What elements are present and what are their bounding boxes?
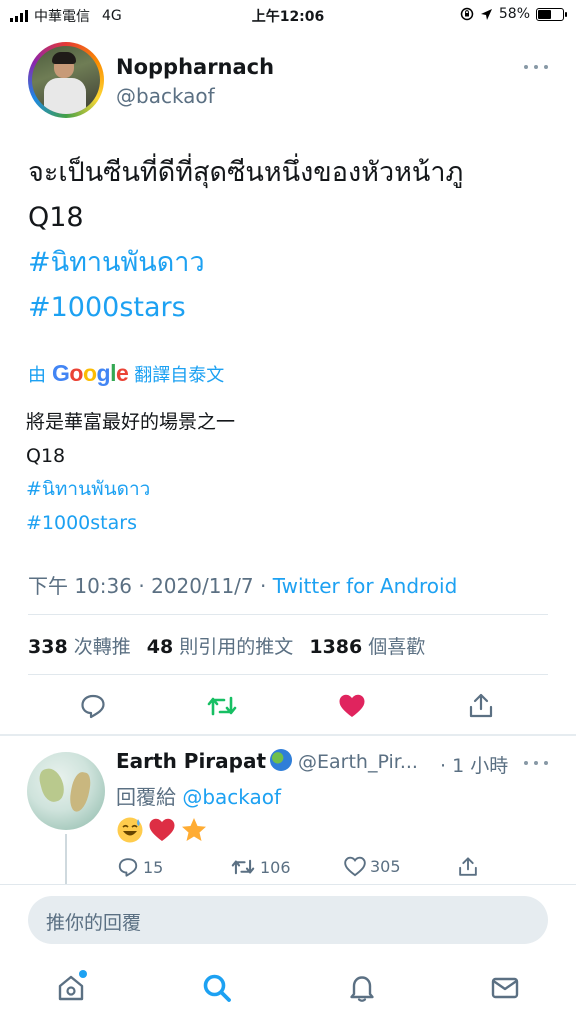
tweet-time: 下午 10:36 [28, 574, 132, 598]
meta-separator: · [260, 574, 267, 598]
retweet-button[interactable] [206, 690, 238, 722]
avatar-map-land [67, 770, 93, 814]
globe-emoji [270, 749, 293, 771]
author-handle[interactable]: @backaof [116, 84, 215, 108]
tweet-stats: 338 次轉推 48 則引用的推文 1386 個喜歡 [28, 632, 425, 659]
retweet-icon [231, 859, 255, 875]
avatar-figure-hair [52, 52, 76, 64]
divider [0, 884, 576, 885]
battery-icon [536, 7, 567, 21]
tweet-text-line: Q18 [28, 202, 84, 233]
reply-retweets-count: 106 [260, 857, 291, 877]
messages-icon [491, 977, 519, 999]
reply-like-button[interactable]: 305 [344, 856, 401, 877]
reply-to-line: 回覆給 @backaof [116, 781, 281, 810]
sweat-smile-emoji [116, 816, 144, 844]
reply-text [116, 816, 208, 844]
tweet-meta: 下午 10:36 · 2020/11/7 · Twitter for Andro… [28, 570, 457, 599]
tweet-text-line: จะเป็นซีนที่ดีที่สุดซีนหนึ่งของหัวหน้าภู [28, 157, 464, 188]
reply-likes-count: 305 [370, 857, 401, 876]
likes-stat[interactable]: 1386 個喜歡 [309, 636, 425, 658]
heart-filled-icon [339, 694, 365, 717]
reply-time: · 1 小時 [440, 755, 509, 777]
divider [28, 674, 548, 675]
share-button[interactable] [465, 690, 497, 722]
orientation-lock-icon [460, 7, 474, 21]
tweet-more-icon[interactable] [524, 64, 548, 70]
reply-author-name[interactable]: Earth Pirapat [116, 749, 293, 773]
reply-author-name-text: Earth Pirapat [116, 749, 267, 773]
author-display-name[interactable]: Noppharnach [116, 55, 274, 79]
avatar-map-land [36, 765, 68, 805]
google-logo: Google [52, 360, 129, 386]
translation-suffix: 翻譯自泰文 [134, 364, 225, 386]
status-right: 58% [460, 6, 567, 22]
notifications-icon [350, 976, 374, 1002]
reply-reply-button[interactable]: 15 [117, 856, 163, 878]
home-notification-dot [79, 970, 87, 978]
translated-line: 將是華富最好的場景之一 [26, 411, 236, 433]
translation-attribution[interactable]: 由 Google 翻譯自泰文 [28, 360, 224, 387]
reply-more-icon[interactable] [524, 760, 548, 766]
tweet-source-link[interactable]: Twitter for Android [273, 574, 458, 598]
status-bar: 中華電信 4G 上午12:06 58% [0, 0, 576, 30]
reply-compose-input[interactable]: 推你的回覆 [28, 896, 548, 944]
thread-line [65, 834, 67, 884]
share-icon [459, 857, 477, 876]
star-emoji [180, 816, 208, 844]
share-icon [469, 693, 493, 718]
battery-percent: 58% [498, 6, 530, 22]
hashtag-link[interactable]: #นิทานพันดาว [28, 240, 463, 285]
reply-share-button[interactable] [457, 856, 479, 878]
quotes-stat[interactable]: 48 則引用的推文 [147, 636, 294, 658]
tab-home[interactable] [53, 970, 89, 1006]
tweet-date: 2020/11/7 [151, 574, 254, 598]
translated-hashtag-link[interactable]: #นิทานพันดาว [26, 473, 235, 507]
retweets-stat[interactable]: 338 次轉推 [28, 636, 131, 658]
retweet-icon [207, 696, 237, 716]
tweet-text: จะเป็นซีนที่ดีที่สุดซีนหนึ่งของหัวหน้าภู… [28, 150, 463, 330]
meta-separator: · [138, 574, 145, 598]
tab-messages[interactable] [487, 970, 523, 1006]
divider [0, 734, 576, 736]
avatar-figure-body [44, 78, 86, 114]
reply-button[interactable] [77, 690, 109, 722]
red-heart-emoji [148, 816, 176, 844]
tab-notifications[interactable] [344, 970, 380, 1006]
reply-author-avatar[interactable] [27, 752, 105, 830]
translated-text: 將是華富最好的場景之一 Q18 #นิทานพันดาว #1000stars [26, 406, 235, 540]
hashtag-link[interactable]: #1000stars [28, 285, 463, 330]
reply-author-handle[interactable]: @Earth_Pir... [298, 751, 418, 773]
reply-icon [118, 858, 138, 877]
tab-search[interactable] [199, 970, 235, 1006]
translated-hashtag-link[interactable]: #1000stars [26, 507, 235, 541]
like-button[interactable] [336, 690, 368, 722]
reply-retweet-button[interactable]: 106 [230, 856, 291, 878]
reply-replies-count: 15 [143, 857, 164, 877]
translated-line: Q18 [26, 444, 66, 467]
location-icon [480, 8, 492, 20]
heart-outline-icon [344, 856, 366, 877]
reply-icon [81, 694, 105, 719]
reply-to-prefix: 回覆給 [116, 785, 176, 809]
search-icon [203, 974, 231, 1002]
divider [28, 614, 548, 615]
reply-compose-placeholder: 推你的回覆 [46, 912, 142, 934]
translation-prefix: 由 [28, 364, 46, 386]
author-avatar[interactable] [28, 42, 104, 118]
reply-to-handle-link[interactable]: @backaof [182, 785, 281, 809]
battery-level [538, 9, 552, 19]
avatar-photo [32, 46, 100, 114]
